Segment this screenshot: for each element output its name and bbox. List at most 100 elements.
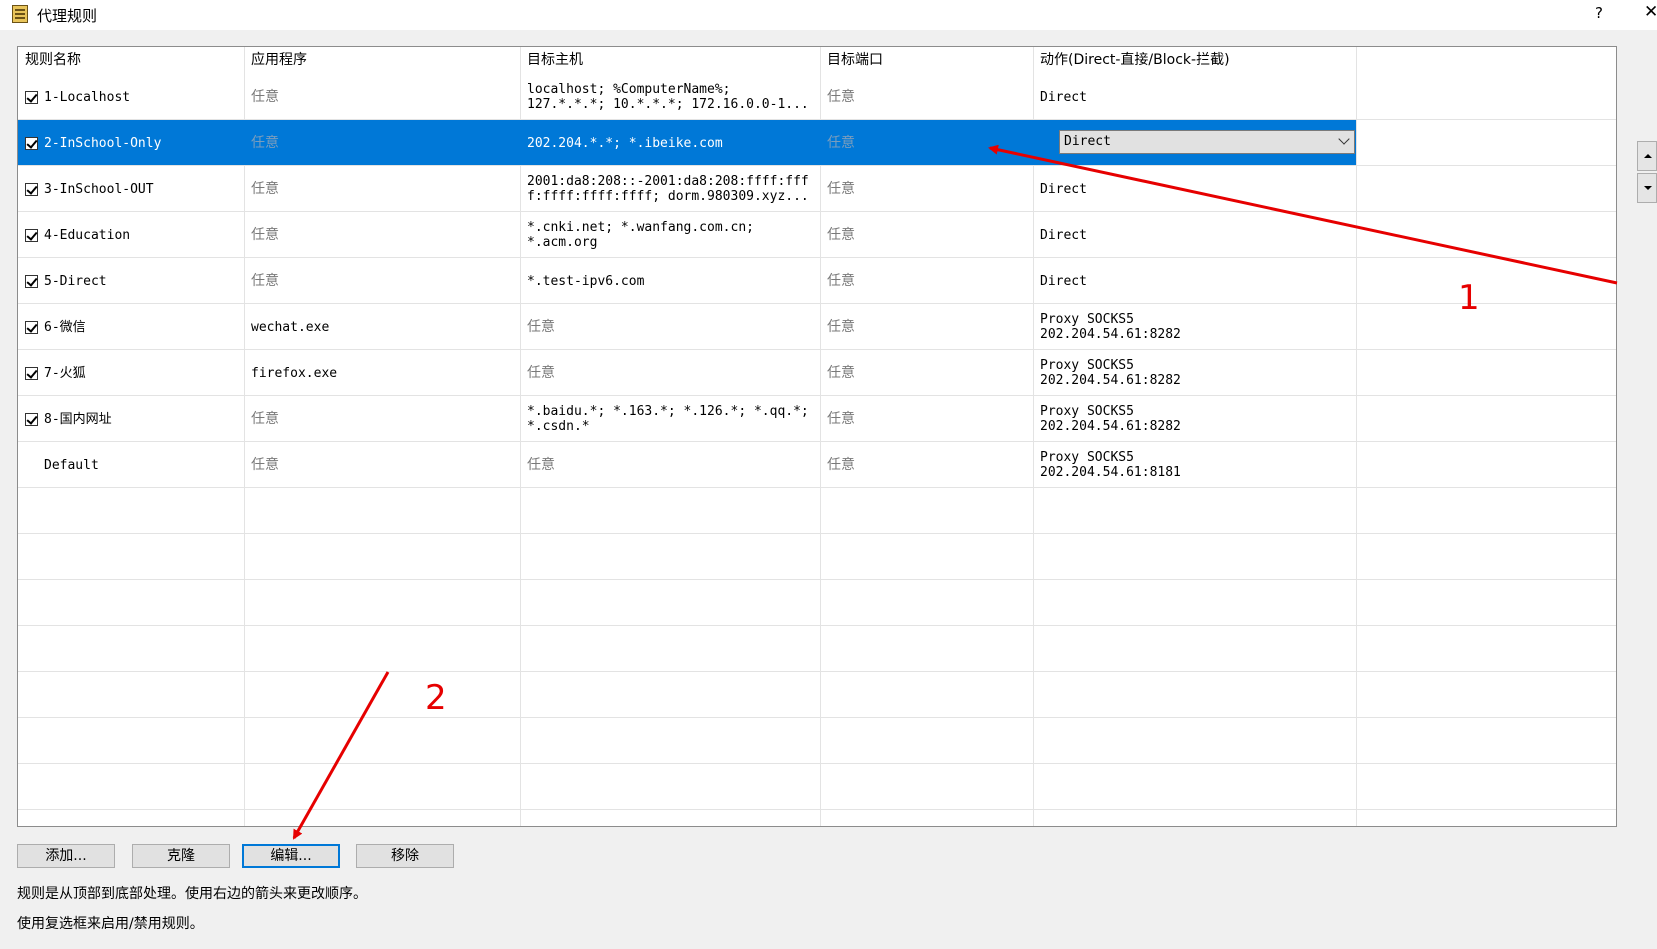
chevron-down-icon bbox=[1338, 133, 1350, 145]
rule-name-cell: 6-微信 bbox=[18, 304, 244, 350]
column-header-action[interactable]: 动作(Direct-直接/Block-拦截) bbox=[1033, 47, 1356, 74]
rule-action-cell: Proxy SOCKS5 202.204.54.61:8282 bbox=[1040, 404, 1181, 434]
row-divider bbox=[18, 809, 1616, 810]
rule-row[interactable]: 8-国内网址 任意 *.baidu.*; *.163.*; *.126.*; *.q… bbox=[18, 396, 1616, 442]
rule-port-cell: 任意 bbox=[827, 226, 855, 243]
rule-name: 1-Localhost bbox=[44, 89, 131, 105]
enable-checkbox[interactable] bbox=[25, 136, 38, 150]
rule-host-cell: 任意 bbox=[527, 456, 555, 473]
rule-name-cell: 1-Localhost bbox=[18, 74, 244, 120]
enable-checkbox[interactable] bbox=[25, 412, 38, 426]
rule-port-cell: 任意 bbox=[827, 272, 855, 289]
rule-name: Default bbox=[44, 457, 99, 473]
rule-host-cell: *.test-ipv6.com bbox=[527, 273, 645, 289]
rule-host-cell: 任意 bbox=[527, 318, 555, 335]
rule-port-cell: 任意 bbox=[827, 134, 855, 151]
rule-name-cell: Default bbox=[18, 442, 244, 488]
edit-button[interactable]: 编辑... bbox=[242, 844, 340, 868]
rule-row[interactable]: Default 任意 任意 任意 Proxy SOCKS5 202.204.54.61:… bbox=[18, 442, 1616, 488]
rule-port-cell: 任意 bbox=[827, 318, 855, 335]
action-dropdown[interactable]: Direct bbox=[1059, 130, 1355, 154]
column-header-port[interactable]: 目标端口 bbox=[820, 47, 1033, 74]
rule-action-cell: Direct bbox=[1040, 89, 1087, 105]
rule-app-cell: wechat.exe bbox=[251, 319, 330, 335]
rule-row[interactable]: 5-Direct 任意 *.test-ipv6.com 任意 Direct bbox=[18, 258, 1616, 304]
order-hint: 规则是从顶部到底部处理。使用右边的箭头来更改顺序。 bbox=[17, 886, 367, 902]
arrow-up-icon[interactable] bbox=[1637, 141, 1657, 171]
rule-action-cell: Proxy SOCKS5 202.204.54.61:8282 bbox=[1040, 312, 1181, 342]
rule-row[interactable]: 6-微信 wechat.exe 任意 任意 Proxy SOCKS5 202.204.5… bbox=[18, 304, 1616, 350]
checkbox-hint: 使用复选框来启用/禁用规则。 bbox=[17, 916, 204, 932]
row-divider bbox=[18, 671, 1616, 672]
enable-checkbox[interactable] bbox=[25, 182, 38, 196]
rule-host-cell: localhost; %ComputerName%; 127.*.*.*; 10… bbox=[527, 82, 809, 112]
rule-row[interactable]: 4-Education 任意 *.cnki.net; *.wanfang.com.c… bbox=[18, 212, 1616, 258]
enable-checkbox[interactable] bbox=[25, 228, 38, 242]
rule-row[interactable]: 1-Localhost 任意 localhost; %ComputerName%; … bbox=[18, 74, 1616, 120]
rule-app-cell: 任意 bbox=[251, 272, 279, 289]
help-button[interactable]: ? bbox=[1595, 4, 1603, 22]
rule-name-cell: 8-国内网址 bbox=[18, 396, 244, 442]
rule-name: 8-国内网址 bbox=[44, 411, 112, 427]
enable-checkbox[interactable] bbox=[25, 366, 38, 380]
proxy-rules-icon bbox=[12, 5, 28, 23]
rule-app-cell: 任意 bbox=[251, 456, 279, 473]
rule-action-cell: Proxy SOCKS5 202.204.54.61:8282 bbox=[1040, 358, 1181, 388]
rule-port-cell: 任意 bbox=[827, 410, 855, 427]
rule-name-cell: 5-Direct bbox=[18, 258, 244, 304]
window-title: 代理规则 bbox=[37, 7, 98, 25]
enable-checkbox[interactable] bbox=[25, 274, 38, 288]
rule-row[interactable]: 7-火狐 firefox.exe 任意 任意 Proxy SOCKS5 202.204.… bbox=[18, 350, 1616, 396]
rule-name-cell: 7-火狐 bbox=[18, 350, 244, 396]
enable-checkbox[interactable] bbox=[25, 90, 38, 104]
rule-app-cell: 任意 bbox=[251, 134, 279, 151]
rule-name: 5-Direct bbox=[44, 273, 107, 289]
rule-name-cell: 3-InSchool-OUT bbox=[18, 166, 244, 212]
rule-name-cell: 4-Education bbox=[18, 212, 244, 258]
rules-table: 规则名称 应用程序 目标主机 目标端口 动作(Direct-直接/Block-拦… bbox=[17, 46, 1617, 827]
rule-app-cell: 任意 bbox=[251, 226, 279, 243]
rule-port-cell: 任意 bbox=[827, 364, 855, 381]
rule-port-cell: 任意 bbox=[827, 456, 855, 473]
rule-host-cell: 202.204.*.*; *.ibeike.com bbox=[527, 135, 723, 151]
enable-checkbox[interactable] bbox=[25, 320, 38, 334]
row-divider bbox=[18, 533, 1616, 534]
column-header-app[interactable]: 应用程序 bbox=[244, 47, 520, 74]
rule-row[interactable]: 2-InSchool-Only 任意 202.204.*.*; *.ibeike.c… bbox=[18, 120, 1616, 166]
rule-name: 2-InSchool-Only bbox=[44, 135, 162, 151]
rule-host-cell: *.cnki.net; *.wanfang.com.cn; *.acm.org bbox=[527, 220, 754, 250]
rule-host-cell: 任意 bbox=[527, 364, 555, 381]
column-header-host[interactable]: 目标主机 bbox=[520, 47, 820, 74]
rule-app-cell: 任意 bbox=[251, 410, 279, 427]
annotation-label-1: 1 bbox=[1458, 278, 1480, 318]
remove-button[interactable]: 移除 bbox=[356, 844, 454, 868]
rule-port-cell: 任意 bbox=[827, 88, 855, 105]
close-button[interactable]: ✕ bbox=[1644, 2, 1657, 22]
rule-app-cell: 任意 bbox=[251, 88, 279, 105]
rule-host-cell: 2001:da8:208::-2001:da8:208:ffff:fff f:f… bbox=[527, 174, 809, 204]
rule-name: 4-Education bbox=[44, 227, 131, 243]
rule-app-cell: firefox.exe bbox=[251, 365, 338, 381]
rule-name: 6-微信 bbox=[44, 319, 86, 335]
rule-name-cell: 2-InSchool-Only bbox=[18, 120, 244, 166]
title-bar: 代理规则 ? ✕ bbox=[0, 0, 1657, 30]
row-divider bbox=[18, 579, 1616, 580]
rule-row[interactable]: 3-InSchool-OUT 任意 2001:da8:208::-2001:da8:… bbox=[18, 166, 1616, 212]
column-header-name[interactable]: 规则名称 bbox=[18, 47, 244, 74]
arrow-down-icon[interactable] bbox=[1637, 173, 1657, 203]
add-button[interactable]: 添加... bbox=[17, 844, 115, 868]
clone-button[interactable]: 克隆 bbox=[132, 844, 230, 868]
rule-action-cell: Proxy SOCKS5 202.204.54.61:8181 bbox=[1040, 450, 1181, 480]
rule-port-cell: 任意 bbox=[827, 180, 855, 197]
rule-action-cell: Direct bbox=[1040, 273, 1087, 289]
row-divider bbox=[18, 763, 1616, 764]
annotation-label-2: 2 bbox=[425, 678, 447, 718]
rule-action-cell: Direct bbox=[1040, 227, 1087, 243]
rule-name: 7-火狐 bbox=[44, 365, 86, 381]
action-dropdown-value: Direct bbox=[1064, 134, 1111, 149]
reorder-controls bbox=[1637, 141, 1657, 203]
rule-app-cell: 任意 bbox=[251, 180, 279, 197]
row-divider bbox=[18, 717, 1616, 718]
rule-action-cell: Direct bbox=[1040, 181, 1087, 197]
rule-host-cell: *.baidu.*; *.163.*; *.126.*; *.qq.*; *.c… bbox=[527, 404, 809, 434]
